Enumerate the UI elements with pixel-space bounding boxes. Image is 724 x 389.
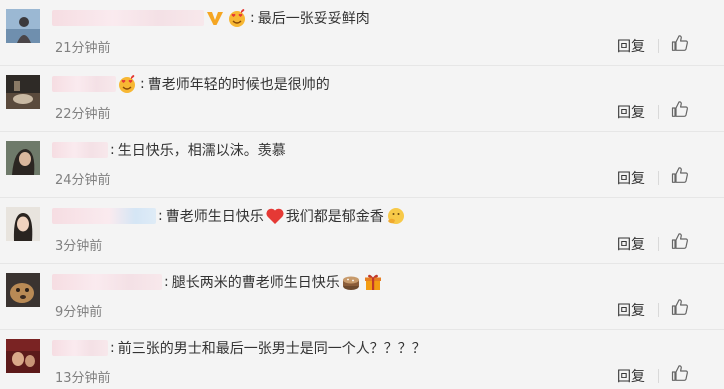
comment-item: : 曹老师年轻的时候也是很帅的 22分钟前 回复: [0, 66, 724, 132]
vip-v-icon: [205, 8, 225, 28]
comment-content: 曹老师年轻的时候也是很帅的: [147, 77, 330, 93]
timestamp: 22分钟前: [55, 107, 111, 122]
gift-emoji: [363, 272, 383, 292]
comment-text-line: : 腿长两米的曹老师生日快乐: [52, 271, 384, 293]
comment-content: 曹老师生日快乐: [165, 209, 264, 225]
action-divider: [658, 369, 659, 383]
action-divider: [658, 171, 659, 185]
comment-text-line: : 前三张的男士和最后一张男士是同一个人？？？？: [52, 337, 426, 359]
love-face-emoji: [117, 74, 137, 94]
comment-text-line: : 曹老师生日快乐 我们都是郁金香: [52, 205, 406, 227]
timestamp: 13分钟前: [55, 371, 111, 386]
reply-button[interactable]: 回复: [617, 366, 645, 386]
colon-separator: :: [140, 76, 145, 92]
username[interactable]: [52, 340, 108, 356]
comment-item: : 生日快乐，相濡以沫。羡慕 24分钟前 回复: [0, 132, 724, 198]
avatar[interactable]: [6, 141, 40, 175]
thumbs-up-icon: [670, 297, 694, 317]
action-divider: [658, 237, 659, 251]
timestamp: 24分钟前: [55, 173, 111, 188]
colon-separator: :: [110, 142, 115, 158]
heart-emoji: [265, 206, 285, 226]
username[interactable]: [52, 10, 204, 26]
username[interactable]: [52, 208, 156, 224]
comment-content: 腿长两米的曹老师生日快乐: [171, 275, 340, 291]
timestamp: 3分钟前: [55, 239, 103, 254]
like-button[interactable]: [670, 165, 694, 187]
comment-item: : 最后一张妥妥鲜肉 21分钟前 回复: [0, 0, 724, 66]
comment-item: : 腿长两米的曹老师生日快乐 9分钟前 回复: [0, 264, 724, 330]
action-divider: [658, 303, 659, 317]
comment-item: : 前三张的男士和最后一张男士是同一个人？？？？ 13分钟前 回复: [0, 330, 724, 389]
avatar[interactable]: [6, 273, 40, 307]
love-face-emoji: [227, 8, 247, 28]
thumbs-up-icon: [670, 165, 694, 185]
comment-content: 最后一张妥妥鲜肉: [257, 11, 370, 27]
thinking-emoji: [385, 206, 405, 226]
comment-content: 生日快乐，相濡以沫。羡慕: [117, 143, 286, 159]
colon-separator: :: [250, 10, 255, 26]
action-divider: [658, 105, 659, 119]
timestamp: 21分钟前: [55, 41, 111, 56]
username[interactable]: [52, 274, 162, 290]
thumbs-up-icon: [670, 363, 694, 383]
timestamp: 9分钟前: [55, 305, 103, 320]
comment-content-continued: 我们都是郁金香: [285, 209, 384, 225]
cake-emoji: [341, 272, 361, 292]
like-button[interactable]: [670, 363, 694, 385]
like-button[interactable]: [670, 231, 694, 253]
thumbs-up-icon: [670, 231, 694, 251]
like-button[interactable]: [670, 33, 694, 55]
thumbs-up-icon: [670, 99, 694, 119]
avatar[interactable]: [6, 9, 40, 43]
username[interactable]: [52, 142, 108, 158]
colon-separator: :: [158, 208, 163, 224]
colon-separator: :: [164, 274, 169, 290]
username[interactable]: [52, 76, 116, 92]
reply-button[interactable]: 回复: [617, 234, 645, 254]
reply-button[interactable]: 回复: [617, 102, 645, 122]
comment-content: 前三张的男士和最后一张男士是同一个人？？？？: [117, 341, 426, 357]
avatar[interactable]: [6, 339, 40, 373]
reply-button[interactable]: 回复: [617, 36, 645, 56]
thumbs-up-icon: [670, 33, 694, 53]
colon-separator: :: [110, 340, 115, 356]
like-button[interactable]: [670, 297, 694, 319]
reply-button[interactable]: 回复: [617, 300, 645, 320]
comment-text-line: : 曹老师年轻的时候也是很帅的: [52, 73, 330, 95]
comment-list: : 最后一张妥妥鲜肉 21分钟前 回复: 曹老师年轻的时候也是很帅的 22分钟…: [0, 0, 724, 389]
reply-button[interactable]: 回复: [617, 168, 645, 188]
comment-item: : 曹老师生日快乐 我们都是郁金香 3分钟前 回复: [0, 198, 724, 264]
like-button[interactable]: [670, 99, 694, 121]
comment-text-line: : 生日快乐，相濡以沫。羡慕: [52, 139, 286, 161]
comment-text-line: : 最后一张妥妥鲜肉: [52, 7, 370, 29]
avatar[interactable]: [6, 75, 40, 109]
avatar[interactable]: [6, 207, 40, 241]
action-divider: [658, 39, 659, 53]
